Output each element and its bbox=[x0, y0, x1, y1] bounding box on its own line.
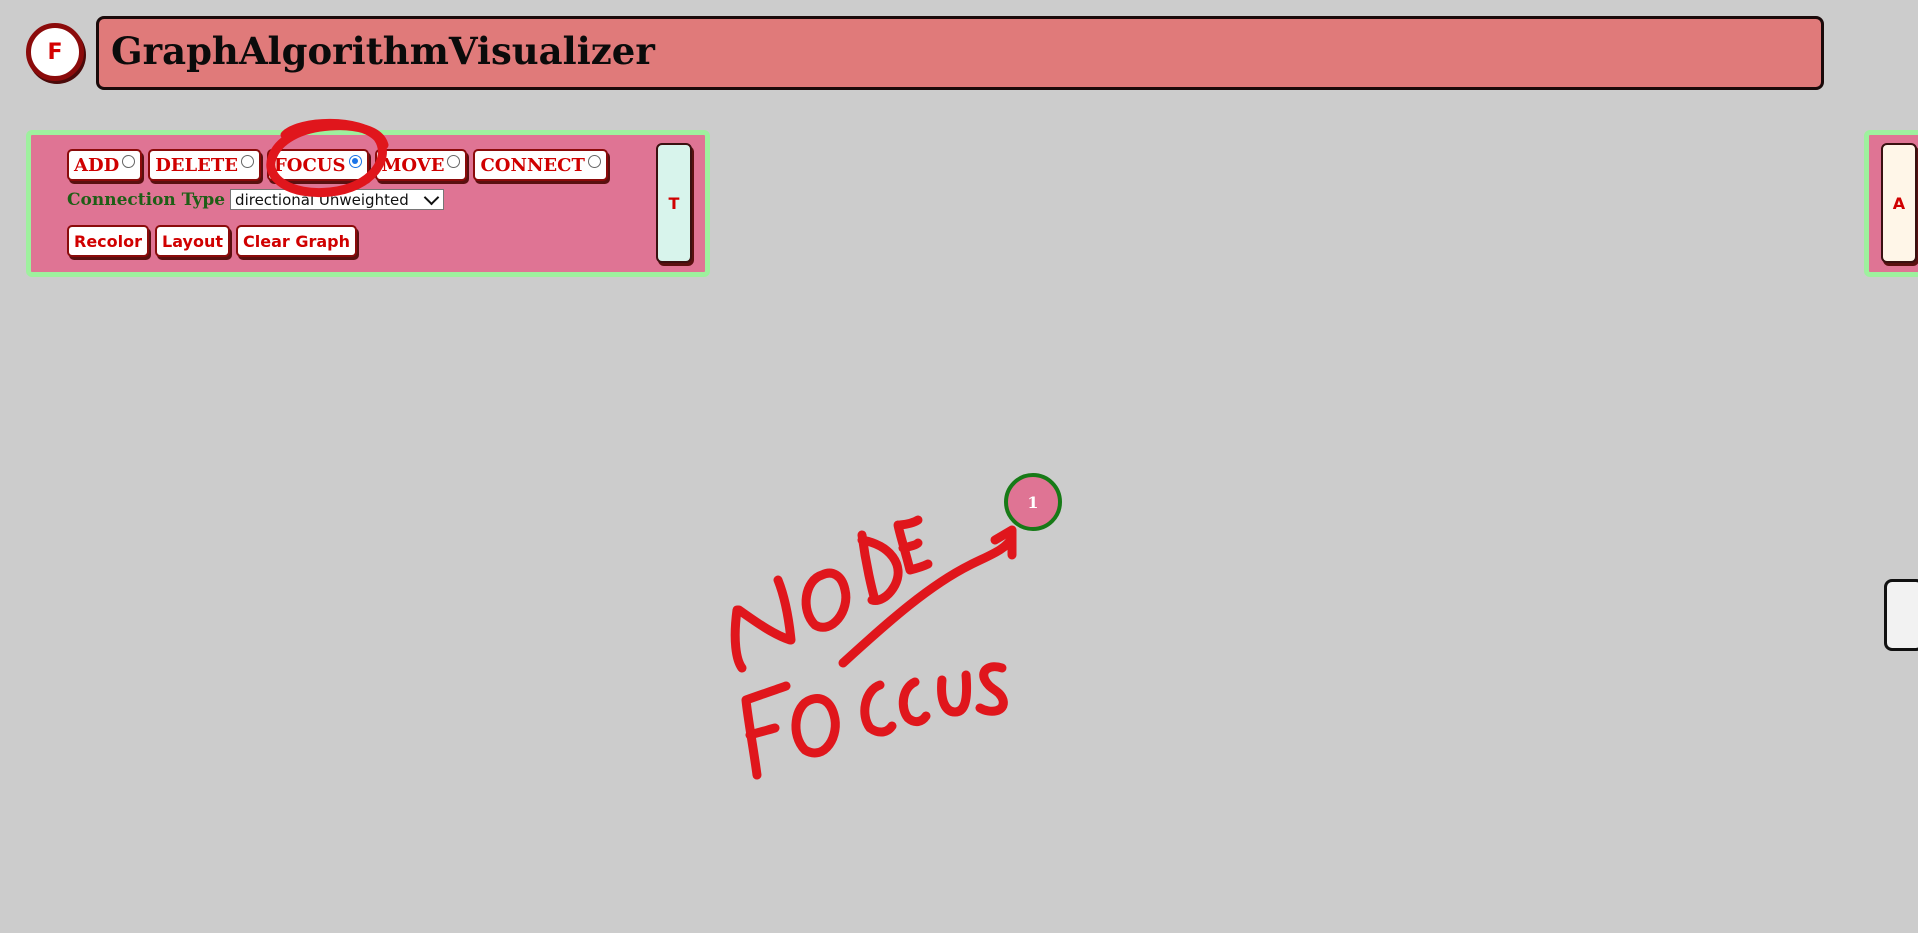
annotation-letter-n bbox=[730, 575, 796, 673]
action-buttons: Recolor Layout Clear Graph bbox=[67, 225, 357, 257]
annotation-letter-f bbox=[741, 681, 791, 780]
mode-add-label: ADD bbox=[74, 154, 120, 176]
mode-connect-button[interactable]: CONNECT bbox=[473, 149, 608, 181]
annotation-arrowhead bbox=[990, 525, 1017, 560]
annotation-letter-c1 bbox=[860, 680, 897, 737]
algorithm-toggle-tab[interactable]: A bbox=[1881, 143, 1917, 263]
mode-connect-radio[interactable] bbox=[587, 154, 601, 168]
annotation-arrow bbox=[838, 533, 1017, 668]
graph-node-label: 1 bbox=[1027, 492, 1039, 512]
mode-move-label: MOVE bbox=[381, 154, 445, 176]
mode-move-button[interactable]: MOVE bbox=[374, 149, 468, 181]
mode-add-radio[interactable] bbox=[122, 154, 136, 168]
mode-delete-button[interactable]: DELETE bbox=[148, 149, 262, 181]
mode-delete-radio[interactable] bbox=[241, 154, 255, 168]
graph-node[interactable]: 1 bbox=[1004, 473, 1062, 531]
toolbar-toggle-label: T bbox=[668, 193, 680, 213]
logo-letter: F bbox=[47, 39, 63, 65]
algorithm-panel: A bbox=[1864, 130, 1918, 277]
annotation-letter-e bbox=[893, 515, 933, 575]
title-bar: GraphAlgorithmVisualizer bbox=[96, 16, 1824, 90]
annotation-letter-d bbox=[857, 530, 903, 605]
connection-type-label: Connection Type bbox=[67, 189, 226, 210]
page-title: GraphAlgorithmVisualizer bbox=[111, 29, 655, 73]
annotation-letter-c2 bbox=[898, 677, 931, 727]
app-logo[interactable]: F bbox=[26, 23, 84, 81]
algorithm-toggle-label: A bbox=[1892, 193, 1906, 213]
connection-type-select[interactable]: directional Unweighted bbox=[230, 189, 445, 210]
annotation-letter-u bbox=[937, 670, 972, 717]
clear-graph-button[interactable]: Clear Graph bbox=[235, 225, 357, 257]
layout-button[interactable]: Layout bbox=[155, 225, 230, 257]
mode-add-button[interactable]: ADD bbox=[67, 149, 143, 181]
mode-delete-label: DELETE bbox=[155, 154, 239, 176]
mode-selector: ADD DELETE FOCUS MOVE CONNECT bbox=[67, 149, 608, 181]
mode-move-radio[interactable] bbox=[447, 154, 461, 168]
toolbar-panel: ADD DELETE FOCUS MOVE CONNECT Connection… bbox=[26, 130, 710, 277]
connection-type-row: Connection Type directional Unweighted bbox=[67, 189, 445, 210]
annotation-letter-o bbox=[801, 568, 851, 632]
mode-focus-radio[interactable] bbox=[348, 154, 362, 168]
toolbar-toggle-tab[interactable]: T bbox=[656, 143, 692, 263]
mode-focus-button[interactable]: FOCUS bbox=[267, 149, 369, 181]
annotation-letter-o2 bbox=[791, 694, 840, 758]
recolor-button[interactable]: Recolor bbox=[67, 225, 150, 257]
mode-focus-label: FOCUS bbox=[274, 154, 346, 176]
connection-type-value: directional Unweighted bbox=[235, 190, 409, 209]
chevron-down-icon bbox=[423, 189, 440, 206]
annotation-letter-s bbox=[975, 662, 1008, 716]
side-drawer-handle[interactable] bbox=[1884, 579, 1918, 651]
mode-connect-label: CONNECT bbox=[480, 154, 585, 176]
